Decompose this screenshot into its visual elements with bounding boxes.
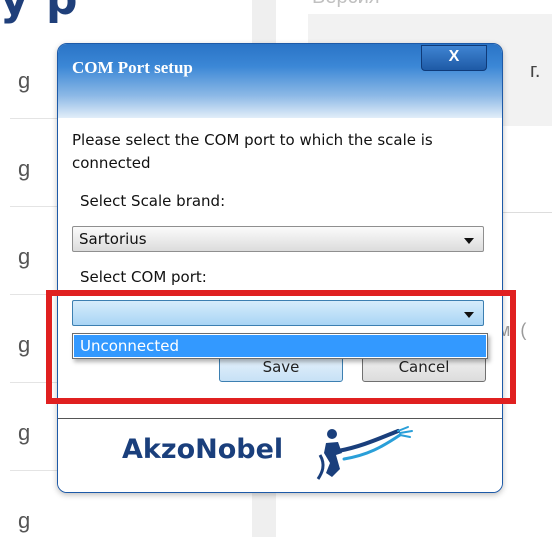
com-port-setup-dialog: COM Port setup X Please select the COM p… <box>57 43 503 493</box>
akzonobel-figure-icon <box>316 426 413 480</box>
com-port-label: Select COM port: <box>80 268 207 286</box>
unit-label: g <box>18 420 31 445</box>
scale-brand-select[interactable]: Sartorius <box>72 226 484 252</box>
background-version-label: Версия <box>312 0 380 9</box>
close-button[interactable]: X <box>421 45 487 71</box>
unit-label: g <box>18 156 31 181</box>
highlight-annotation <box>46 290 516 404</box>
chevron-down-icon[interactable] <box>464 238 474 244</box>
dialog-title: COM Port setup <box>72 58 193 77</box>
scale-brand-value: Sartorius <box>79 230 147 248</box>
dialog-prompt: Please select the COM port to which the … <box>72 131 433 172</box>
unit-label: g <box>18 244 31 269</box>
dialog-footer: AkzoNobel <box>58 418 502 492</box>
background-panel-text: г. <box>530 60 541 82</box>
dialog-title-bar[interactable]: COM Port setup X <box>58 44 502 118</box>
unit-label: g <box>18 68 31 93</box>
unit-label: g <box>18 332 31 357</box>
scale-brand-label: Select Scale brand: <box>80 192 226 210</box>
unit-label: g <box>18 508 31 533</box>
akzonobel-logo-text: AkzoNobel <box>122 434 284 465</box>
